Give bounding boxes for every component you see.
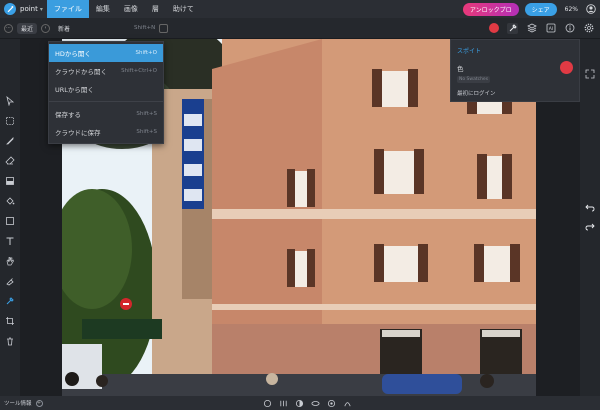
menu-item-label: 保存する xyxy=(55,111,81,119)
menu-item-label: クラウドから開く xyxy=(55,68,107,76)
select-tool-icon[interactable] xyxy=(4,115,16,127)
chevron-down-icon: ▾ xyxy=(39,5,43,13)
expand-icon[interactable] xyxy=(585,69,595,81)
menu-item-label: URLから開く xyxy=(55,86,94,94)
menubar-right: アンロックプロ シェア 62% xyxy=(462,0,600,18)
redo-icon[interactable] xyxy=(585,221,595,233)
options-right: AI xyxy=(489,22,600,34)
file-menu-dropdown: HDから開く Shift+O クラウドから開く Shift+Ctrl+O URL… xyxy=(48,41,164,144)
eyedropper-panel: スポイト 色 No Swatches 最初にログイン xyxy=(450,39,580,102)
login-link[interactable]: 最初にログイン xyxy=(457,89,573,97)
color-swatch[interactable] xyxy=(489,23,499,33)
eyedropper-tool-icon[interactable] xyxy=(4,295,16,307)
picker-color-row: 色 xyxy=(457,61,573,74)
checkbox-icon[interactable] xyxy=(159,23,169,33)
menu-item-shortcut: Shift+Ctrl+O xyxy=(121,68,157,74)
brush-tool-icon[interactable] xyxy=(4,135,16,147)
link-icon[interactable] xyxy=(310,398,320,408)
layers-icon[interactable] xyxy=(526,23,537,34)
app-name: point xyxy=(20,5,38,13)
svg-text:AI: AI xyxy=(548,26,552,32)
text-tool-icon[interactable] xyxy=(4,235,16,247)
menu-open-from-cloud[interactable]: クラウドから開く Shift+Ctrl+O xyxy=(49,62,163,80)
hand-tool-icon[interactable] xyxy=(4,255,16,267)
undo-icon[interactable] xyxy=(585,202,595,214)
brush-logo-icon xyxy=(4,3,16,15)
new-shortcut: Shift+N xyxy=(134,25,156,31)
menu-help[interactable]: 助けて xyxy=(166,0,201,18)
menu-item-shortcut: Shift+S xyxy=(136,111,157,117)
fill-tool-icon[interactable] xyxy=(4,195,16,207)
menu-open-from-url[interactable]: URLから開く xyxy=(49,80,163,98)
menu-item-label: HDから開く xyxy=(55,50,91,58)
recent-button[interactable]: 最近 xyxy=(17,22,38,34)
info-icon[interactable] xyxy=(564,23,575,34)
account-icon[interactable] xyxy=(586,4,596,14)
filter-icon[interactable] xyxy=(342,398,352,408)
status-bar: ツール情報 + xyxy=(0,396,600,410)
tool-info-label[interactable]: ツール情報 xyxy=(4,399,32,407)
menu-edit[interactable]: 編集 xyxy=(89,0,117,18)
eraser-tool-icon[interactable] xyxy=(4,155,16,167)
color-label: 色 xyxy=(457,64,464,73)
mask-icon[interactable] xyxy=(294,398,304,408)
gradient-tool-icon[interactable] xyxy=(4,175,16,187)
shape-tool-icon[interactable] xyxy=(4,215,16,227)
add-icon[interactable]: + xyxy=(35,399,43,407)
settings-icon[interactable] xyxy=(262,398,272,408)
menu-divider xyxy=(49,101,163,102)
ai-icon[interactable]: AI xyxy=(545,23,556,34)
tool-sidebar xyxy=(0,39,20,396)
more-icon[interactable]: ⋯ xyxy=(4,23,13,33)
app-logo[interactable]: point ▾ xyxy=(0,0,47,18)
back-icon[interactable]: ‹ xyxy=(41,23,51,33)
move-tool-icon[interactable] xyxy=(4,95,16,107)
adjust-icon[interactable] xyxy=(278,398,288,408)
menu-item-label: クラウドに保存 xyxy=(55,129,101,137)
menu-layer[interactable]: 層 xyxy=(145,0,166,18)
menu-item-shortcut: Shift+S xyxy=(136,129,157,135)
crop-tool-icon[interactable] xyxy=(4,315,16,327)
zoom-level[interactable]: 62% xyxy=(565,6,578,13)
new-button[interactable]: 新着 xyxy=(54,23,74,34)
options-bar: ⋯ 最近 ‹ 新着 Shift+N AI xyxy=(0,18,600,39)
menu-save-to-cloud[interactable]: クラウドに保存 Shift+S xyxy=(49,123,163,141)
trash-icon[interactable] xyxy=(4,335,16,347)
picked-color-swatch[interactable] xyxy=(560,61,573,74)
swatches-hint: No Swatches xyxy=(457,76,491,83)
menu-open-from-hd[interactable]: HDから開く Shift+O xyxy=(49,44,163,62)
menu-image[interactable]: 画像 xyxy=(117,0,145,18)
target-icon[interactable] xyxy=(326,398,336,408)
menu-file[interactable]: ファイル xyxy=(46,0,89,18)
share-button[interactable]: シェア xyxy=(524,2,557,16)
panel-title: スポイト xyxy=(457,48,482,55)
menu-save[interactable]: 保存する Shift+S xyxy=(49,105,163,123)
menubar: point ▾ ファイル 編集 画像 層 助けて アンロックプロ シェア 62% xyxy=(0,0,600,18)
unlock-pro-button[interactable]: アンロックプロ xyxy=(462,2,519,16)
clone-tool-icon[interactable] xyxy=(4,275,16,287)
right-strip xyxy=(580,39,600,396)
status-tools xyxy=(262,398,352,408)
eyedropper-icon[interactable] xyxy=(507,22,518,34)
gear-icon[interactable] xyxy=(583,23,594,34)
menu-item-shortcut: Shift+O xyxy=(135,50,157,56)
